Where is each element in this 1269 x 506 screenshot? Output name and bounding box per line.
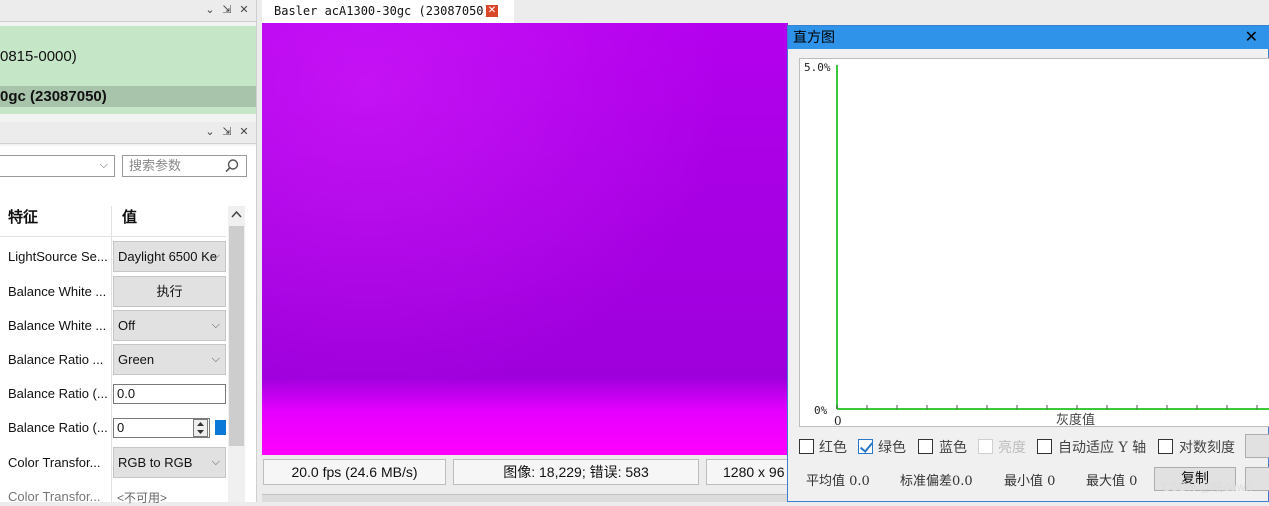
param-balance-white-auto-label: Balance White ... — [8, 318, 107, 333]
select-value: RGB to RGB — [118, 455, 193, 470]
param-color-transform-select[interactable]: RGB to RGB ⌵ — [113, 447, 226, 478]
left-dock: ⌄ ⇲ ✕ 0815-0000) 0gc (23087050) ⌄ ⇲ ✕ ⌵ … — [0, 0, 257, 505]
params-panel-header: ⌄ ⇲ ✕ — [0, 122, 256, 144]
blue-label: 蓝色 — [939, 440, 967, 456]
stat-stddev: 标准偏差0.0 — [900, 474, 973, 489]
chevron-down-icon: ⌵ — [211, 319, 220, 331]
unavailable-text: <不可用> — [117, 491, 168, 505]
param-balance-white-auto-select[interactable]: Off ⌵ — [113, 310, 226, 341]
tab-close-icon[interactable]: ✕ — [486, 5, 498, 17]
spin-arrows-icon — [197, 422, 204, 434]
slider-handle[interactable] — [215, 420, 226, 435]
green-checkbox[interactable] — [858, 439, 873, 454]
stat-max: 最大值 0 — [1086, 474, 1138, 489]
y-max-label: 5.0% — [804, 61, 831, 74]
brightness-checkbox — [978, 439, 993, 454]
col-header-value: 值 — [122, 209, 138, 226]
column-divider — [111, 206, 112, 502]
panel-menu-icon[interactable]: ⌄ — [203, 3, 217, 17]
histogram-title: 直方图 — [793, 29, 835, 45]
selected-device-item[interactable]: 0gc (23087050) — [0, 86, 256, 107]
panel-float-icon[interactable]: ⇲ — [220, 125, 234, 139]
stat-min: 最小值 0 — [1004, 474, 1056, 489]
spin-stepper[interactable] — [193, 419, 208, 437]
select-value: Green — [118, 352, 155, 367]
auto-y-label: 自动适应 Y 轴 — [1058, 440, 1147, 456]
balance-ratio-abs-input[interactable]: 0.0 — [113, 384, 226, 404]
devices-panel-header: ⌄ ⇲ ✕ — [0, 0, 256, 22]
param-lightsource-select[interactable]: Daylight 6500 Ke ⌵ — [113, 241, 226, 272]
chevron-down-icon: ⌵ — [99, 159, 108, 171]
panel-close-icon[interactable]: ✕ — [237, 3, 251, 17]
param-lightsource-label: LightSource Se... — [8, 249, 108, 264]
blue-checkbox[interactable] — [918, 439, 933, 454]
camera-image-view[interactable] — [262, 23, 788, 455]
brightness-label: 亮度 — [998, 440, 1026, 456]
param-balance-ratio-raw-label: Balance Ratio (... — [8, 420, 108, 435]
param-balance-ratio-selector-label: Balance Ratio ... — [8, 352, 104, 367]
params-scrollbar[interactable] — [228, 206, 245, 502]
auto-y-checkbox[interactable] — [1037, 439, 1052, 454]
histogram-titlebar[interactable]: 直方图 ✕ — [788, 26, 1269, 49]
histogram-extra-button[interactable] — [1245, 434, 1269, 458]
col-header-feature: 特征 — [8, 209, 39, 226]
stat-mean: 平均值 0.0 — [806, 474, 870, 489]
log-scale-label: 对数刻度 — [1179, 440, 1235, 456]
close-icon[interactable]: ✕ — [1245, 26, 1258, 49]
x-origin-label: 0 — [834, 414, 842, 428]
red-label: 红色 — [819, 440, 847, 456]
histogram-window: 直方图 ✕ 5.0% 0% 0 灰度值 红色 绿色 蓝色 亮度 自动适应 Y 轴… — [787, 25, 1269, 502]
y-min-label: 0% — [814, 404, 828, 417]
panel-float-icon[interactable]: ⇲ — [220, 3, 234, 17]
execute-button[interactable]: 执行 — [113, 276, 226, 307]
param-balance-ratio-abs-label: Balance Ratio (... — [8, 386, 108, 401]
device-id-text[interactable]: 0815-0000) — [0, 48, 77, 65]
chevron-down-icon: ⌵ — [211, 353, 220, 365]
select-value: Off — [118, 318, 136, 333]
watermark: CSDN @晓dawn — [1162, 480, 1253, 494]
x-axis-label: 灰度值 — [1056, 412, 1095, 428]
header-divider — [0, 236, 226, 237]
green-label: 绿色 — [878, 440, 906, 456]
param-balance-ratio-selector-select[interactable]: Green ⌵ — [113, 344, 226, 375]
red-checkbox[interactable] — [799, 439, 814, 454]
visibility-select[interactable]: ⌵ — [0, 155, 115, 177]
chevron-down-icon: ⌵ — [211, 456, 220, 468]
scroll-thumb[interactable] — [229, 226, 244, 446]
panel-close-icon[interactable]: ✕ — [237, 125, 251, 139]
scroll-up-icon[interactable] — [228, 206, 245, 223]
tab-title: Basler acA1300-30gc (23087050) — [274, 4, 491, 18]
select-value: Daylight 6500 Ke — [118, 249, 218, 264]
log-scale-checkbox[interactable] — [1158, 439, 1173, 454]
search-icon[interactable] — [224, 158, 240, 174]
tab-camera[interactable]: Basler acA1300-30gc (23087050) ✕ — [262, 0, 514, 23]
chevron-down-icon: ⌵ — [211, 250, 220, 262]
param-balance-white-label: Balance White ... — [8, 284, 107, 299]
status-resolution: 1280 x 96 — [706, 459, 788, 485]
status-frames: 图像: 18,229; 错误: 583 — [453, 459, 699, 485]
status-fps: 20.0 fps (24.6 MB/s) — [263, 459, 446, 485]
bottom-panel-header — [262, 494, 788, 502]
histogram-plot: 5.0% 0% 0 灰度值 — [799, 58, 1269, 428]
param-color-transform-label: Color Transfor... — [8, 455, 101, 470]
histogram-chart: 5.0% 0% 0 灰度值 — [804, 61, 1269, 428]
panel-menu-icon[interactable]: ⌄ — [203, 125, 217, 139]
